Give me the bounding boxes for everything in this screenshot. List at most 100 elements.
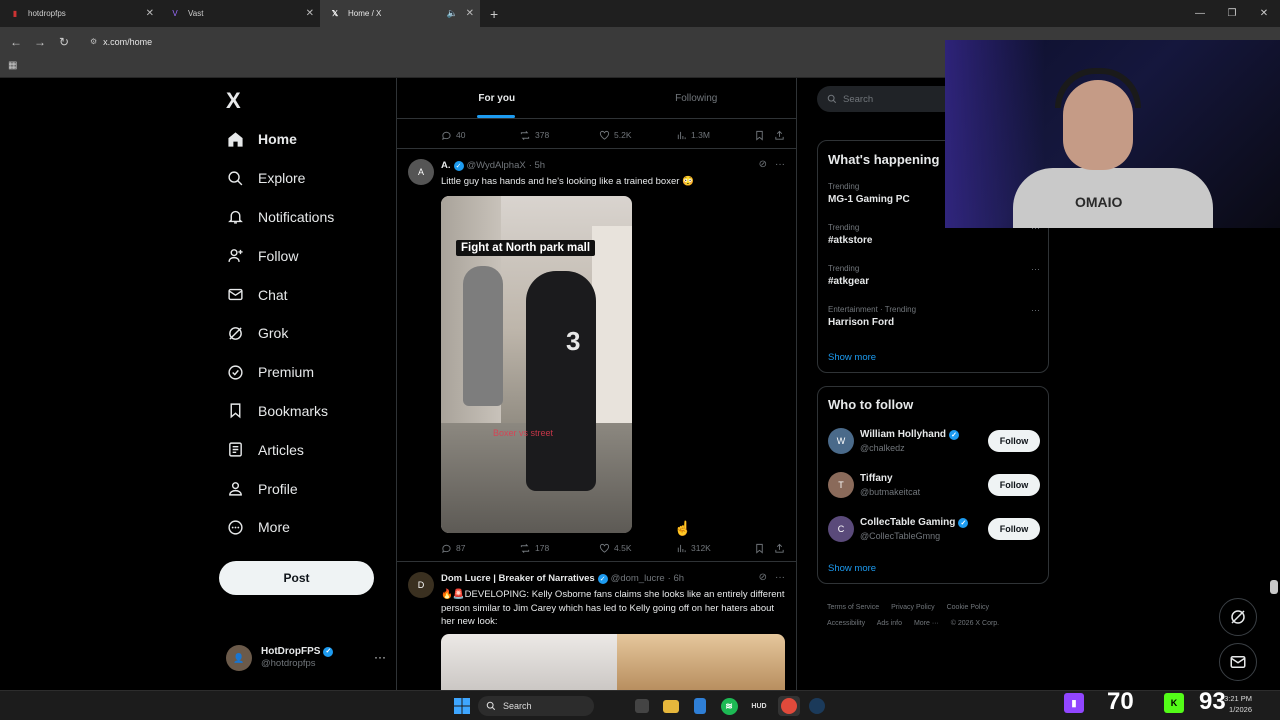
show-more-link[interactable]: Show more <box>828 563 876 574</box>
reply-button[interactable]: 40 <box>441 130 519 141</box>
avatar[interactable]: A <box>408 159 434 185</box>
mouse-cursor-icon: ☝ <box>674 520 692 536</box>
account-switcher[interactable]: 👤 HotDropFPS ✓ @hotdropfps ··· <box>226 642 386 674</box>
back-icon[interactable]: ← <box>4 35 28 49</box>
more-icon[interactable]: ··· <box>1031 264 1040 274</box>
tab-for-you[interactable]: For you <box>397 78 597 118</box>
more-icon[interactable]: ··· <box>775 572 785 583</box>
nav-home[interactable]: Home <box>226 120 334 159</box>
minimize-icon[interactable]: — <box>1184 8 1216 19</box>
taskbar-search[interactable]: Search <box>478 696 594 716</box>
post-author-handle[interactable]: @WydAlphaX <box>467 160 526 171</box>
bookmark-button[interactable] <box>754 130 774 141</box>
close-icon[interactable]: ✕ <box>146 8 154 19</box>
footer-link[interactable]: Accessibility <box>827 620 865 627</box>
avatar[interactable]: C <box>828 516 854 542</box>
page-scrollbar[interactable] <box>1270 580 1278 594</box>
post-time[interactable]: · 5h <box>529 160 545 171</box>
show-more-link[interactable]: Show more <box>828 352 876 363</box>
browser-tab-home-x[interactable]: 𝕏 Home / X 🔈 ✕ <box>320 0 480 27</box>
follow-suggestion[interactable]: C CollecTable Gaming ✓ @CollecTableGmng F… <box>828 512 1040 546</box>
close-icon[interactable]: ✕ <box>306 8 314 19</box>
trend-item[interactable]: Trending #atkgear ··· <box>828 264 1040 287</box>
repost-button[interactable]: 178 <box>519 543 599 554</box>
follow-button[interactable]: Follow <box>988 518 1040 540</box>
post[interactable]: A A. ✓ @WydAlphaX · 5h ⊘ ··· Little guy … <box>397 148 796 562</box>
footer-link[interactable]: More ··· <box>914 620 939 627</box>
repost-button[interactable]: 378 <box>519 130 599 141</box>
kick-icon[interactable]: K <box>1163 693 1185 713</box>
nav-bookmarks[interactable]: Bookmarks <box>226 392 334 431</box>
nav-more[interactable]: More <box>226 508 334 547</box>
chrome-icon[interactable] <box>778 696 800 716</box>
post-video[interactable]: 3 Fight at North park mall Boxer vs stre… <box>441 196 632 533</box>
nav-follow[interactable]: Follow <box>226 236 334 275</box>
follow-suggestion[interactable]: T Tiffany @butmakeitcat Follow <box>828 468 1040 502</box>
tab-following[interactable]: Following <box>597 78 797 118</box>
like-button[interactable]: 4.5K <box>599 543 676 554</box>
share-button[interactable] <box>774 543 789 554</box>
grok-icon[interactable]: ⊘ <box>759 572 767 583</box>
browser-tab-hotdropfps[interactable]: ▮ hotdropfps ✕ <box>0 0 160 27</box>
nav-profile[interactable]: Profile <box>226 469 334 508</box>
footer-link[interactable]: Privacy Policy <box>891 604 935 611</box>
more-icon[interactable]: ··· <box>775 159 785 170</box>
more-icon[interactable]: ··· <box>1031 305 1040 315</box>
tab-title: Home / X <box>348 9 382 18</box>
system-clock[interactable]: 3:21 PM 1/2026 <box>1224 693 1252 715</box>
hud-app-icon[interactable]: HUD <box>748 696 770 716</box>
reply-button[interactable]: 87 <box>441 543 519 554</box>
grok-icon[interactable]: ⊘ <box>759 159 767 170</box>
post[interactable]: D Dom Lucre | Breaker of Narratives ✓ @d… <box>397 562 796 690</box>
spotify-icon[interactable]: ≋ <box>720 696 738 716</box>
like-button[interactable]: 5.2K <box>599 130 676 141</box>
browser-tab-vast[interactable]: V Vast ✕ <box>160 0 320 27</box>
footer-link[interactable]: Terms of Service <box>827 604 879 611</box>
new-tab-button[interactable]: + <box>480 6 508 22</box>
footer-link[interactable]: Ads info <box>877 620 902 627</box>
post-author-handle[interactable]: @dom_lucre <box>611 573 665 584</box>
file-explorer-icon[interactable] <box>662 696 680 716</box>
task-view-icon[interactable] <box>634 696 650 716</box>
nav-premium[interactable]: Premium <box>226 353 334 392</box>
steam-icon[interactable] <box>808 696 826 716</box>
address-bar[interactable]: ⚙ x.com/home <box>82 31 942 53</box>
follow-suggestion[interactable]: W William Hollyhand ✓ @chalkedz Follow <box>828 424 1040 458</box>
share-button[interactable] <box>774 130 789 141</box>
avatar[interactable]: W <box>828 428 854 454</box>
nav-articles[interactable]: Articles <box>226 430 334 469</box>
reload-icon[interactable]: ↻ <box>52 35 76 49</box>
post-button[interactable]: Post <box>219 561 374 595</box>
maximize-icon[interactable]: ❐ <box>1216 8 1248 19</box>
footer-link[interactable]: Cookie Policy <box>947 604 989 611</box>
speaker-icon[interactable]: 🔈 <box>447 8 458 19</box>
forward-icon[interactable]: → <box>28 35 52 49</box>
avatar[interactable]: D <box>408 572 434 598</box>
site-info-icon[interactable]: ⚙ <box>90 37 97 46</box>
grok-fab[interactable] <box>1219 598 1257 636</box>
x-logo[interactable]: X <box>226 88 241 114</box>
views-button[interactable]: 1.3M <box>676 130 754 141</box>
post-time[interactable]: · 6h <box>668 573 684 584</box>
apps-grid-icon[interactable]: ▦ <box>8 60 17 71</box>
post-author-name[interactable]: Dom Lucre | Breaker of Narratives <box>441 573 595 584</box>
nav-notifications[interactable]: Notifications <box>226 198 334 237</box>
views-button[interactable]: 312K <box>676 543 754 554</box>
close-icon[interactable]: ✕ <box>466 8 474 19</box>
nav-chat[interactable]: Chat <box>226 275 334 314</box>
bookmark-button[interactable] <box>754 543 774 554</box>
post-author-name[interactable]: A. <box>441 160 451 171</box>
follow-button[interactable]: Follow <box>988 474 1040 496</box>
close-window-icon[interactable]: ✕ <box>1248 8 1280 19</box>
messages-fab[interactable] <box>1219 643 1257 681</box>
nav-grok[interactable]: Grok <box>226 314 334 353</box>
follow-button[interactable]: Follow <box>988 430 1040 452</box>
twitch-icon[interactable]: ▮ <box>1063 693 1085 713</box>
more-icon[interactable]: ··· <box>374 650 386 664</box>
trend-item[interactable]: Entertainment · Trending Harrison Ford ·… <box>828 305 1040 328</box>
post-image[interactable] <box>441 634 785 690</box>
nav-explore[interactable]: Explore <box>226 159 334 198</box>
avatar[interactable]: T <box>828 472 854 498</box>
windows-start-icon[interactable] <box>452 696 472 716</box>
notepad-icon[interactable] <box>692 696 708 716</box>
